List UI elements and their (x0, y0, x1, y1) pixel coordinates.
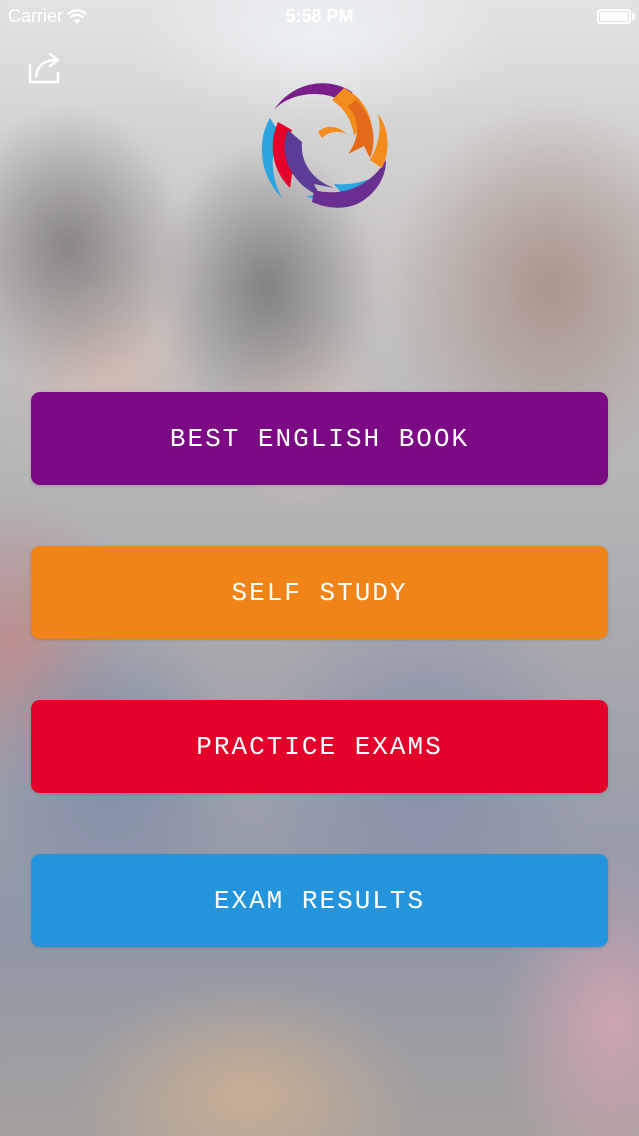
practice-exams-label: PRACTICE EXAMS (196, 731, 443, 762)
share-button[interactable] (24, 46, 66, 88)
best-english-book-button[interactable]: BEST ENGLISH BOOK (31, 392, 608, 485)
best-english-book-label: BEST ENGLISH BOOK (169, 423, 470, 454)
app-logo (248, 72, 404, 228)
battery-tip (632, 13, 635, 20)
exam-results-label: EXAM RESULTS (213, 885, 426, 916)
status-bar: Carrier 5:58 PM (0, 0, 639, 34)
self-study-button[interactable]: SELF STUDY (31, 546, 608, 639)
battery-icon (597, 9, 631, 24)
app-screen: Carrier 5:58 PM BEST ENGLISH BOOK SELF S… (0, 0, 639, 1136)
exam-results-button[interactable]: EXAM RESULTS (31, 854, 608, 947)
swirl-logo-icon (261, 83, 388, 208)
practice-exams-button[interactable]: PRACTICE EXAMS (31, 700, 608, 793)
self-study-label: SELF STUDY (231, 577, 408, 608)
clock: 5:58 PM (285, 6, 354, 26)
share-icon (28, 52, 60, 84)
